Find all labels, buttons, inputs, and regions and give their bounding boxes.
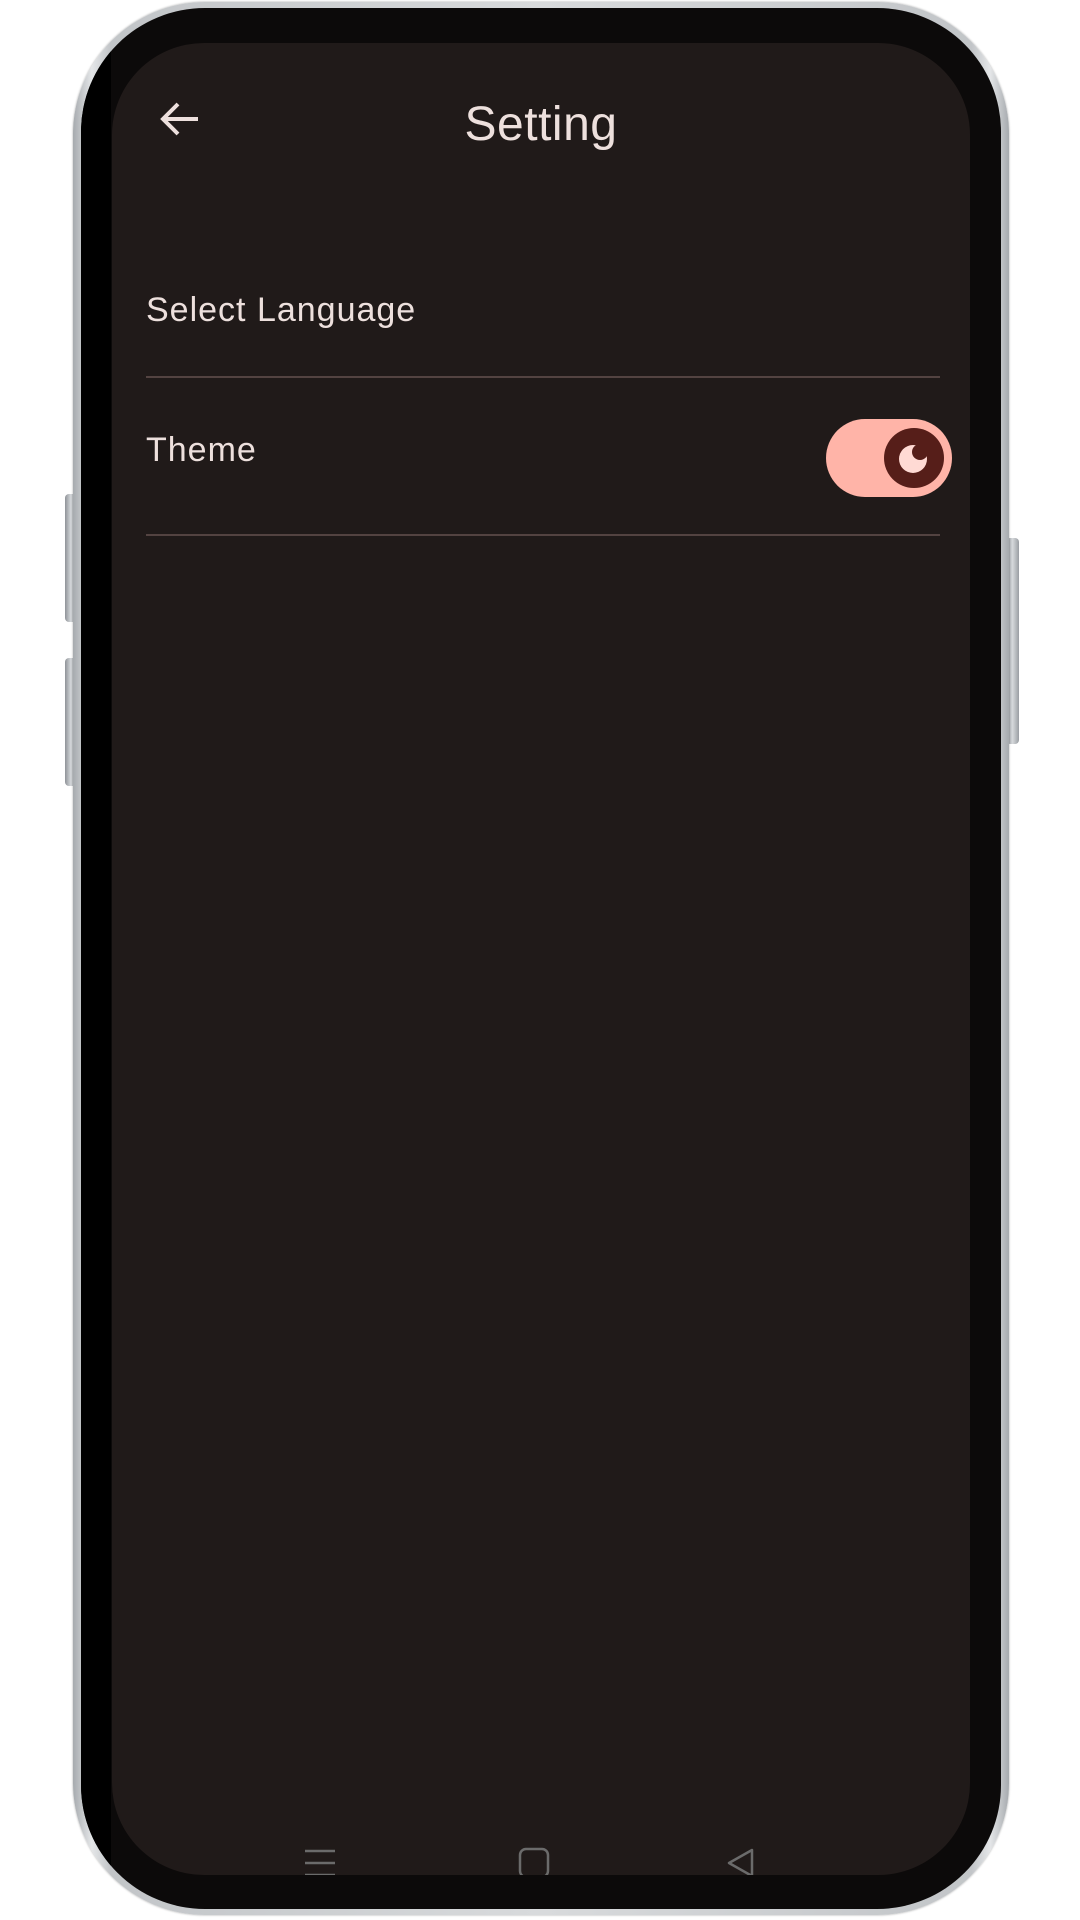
toggle-thumb bbox=[884, 428, 944, 488]
page-title: Setting bbox=[464, 98, 618, 151]
app-bar: Setting bbox=[112, 43, 970, 193]
phone-bezel: Setting Select Language Theme bbox=[81, 8, 1001, 1909]
home-square-icon bbox=[518, 1847, 550, 1875]
select-language-label: Select Language bbox=[146, 291, 417, 329]
app-screen: Setting Select Language Theme bbox=[112, 43, 970, 1875]
nav-back-button[interactable] bbox=[711, 1833, 771, 1875]
system-nav-bar bbox=[112, 1833, 970, 1875]
select-language-row[interactable]: Select Language bbox=[146, 263, 940, 377]
divider bbox=[146, 534, 940, 536]
device-canvas: Setting Select Language Theme bbox=[0, 0, 1080, 1920]
moon-icon bbox=[899, 445, 927, 473]
theme-toggle[interactable] bbox=[826, 419, 952, 497]
nav-home-button[interactable] bbox=[504, 1833, 564, 1875]
menu-icon bbox=[305, 1849, 335, 1875]
theme-label: Theme bbox=[146, 431, 257, 469]
back-triangle-icon bbox=[727, 1848, 754, 1875]
theme-row: Theme bbox=[146, 377, 952, 535]
bezel-shade bbox=[81, 8, 111, 1909]
phone-frame: Setting Select Language Theme bbox=[73, 2, 1009, 1915]
nav-recents-button[interactable] bbox=[290, 1833, 350, 1875]
